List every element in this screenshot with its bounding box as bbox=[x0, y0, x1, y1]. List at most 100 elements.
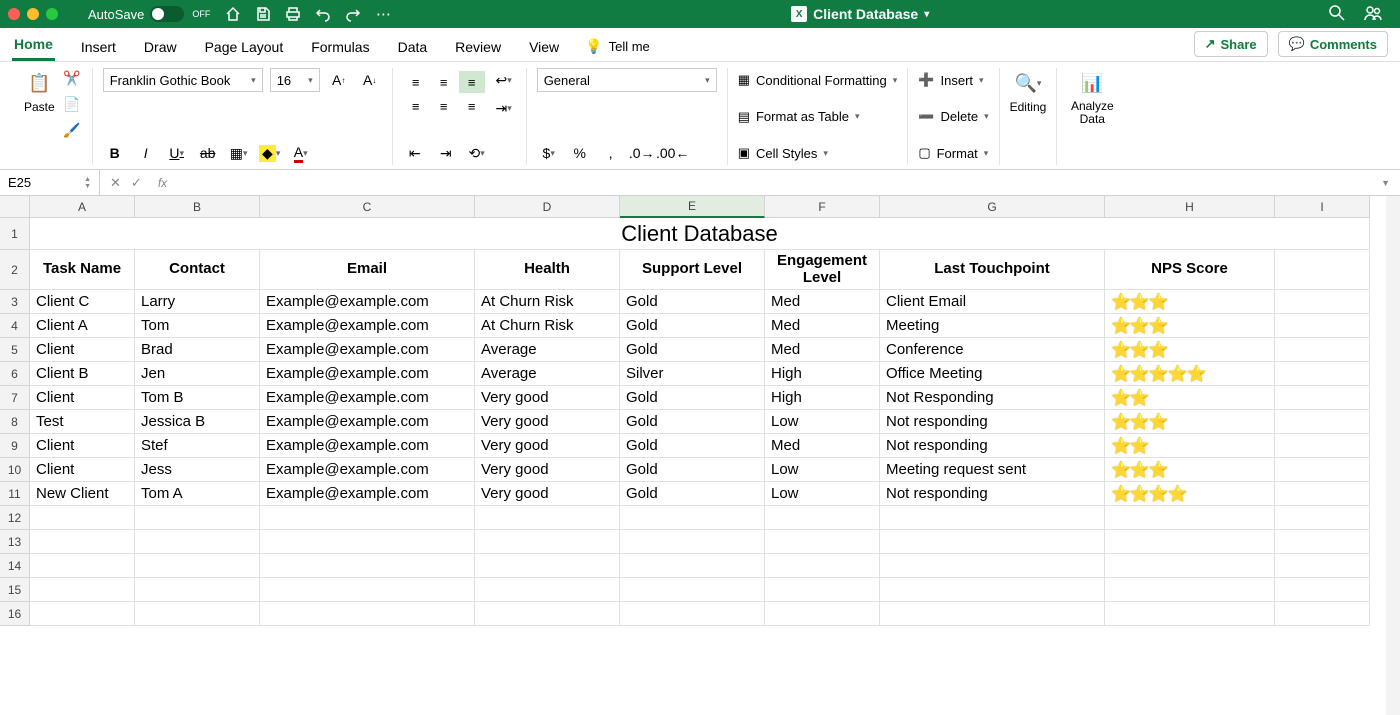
cell[interactable] bbox=[1275, 506, 1370, 530]
cell[interactable] bbox=[1275, 530, 1370, 554]
column-header[interactable]: NPS Score bbox=[1105, 250, 1275, 290]
cell[interactable]: Med bbox=[765, 434, 880, 458]
cell[interactable] bbox=[1275, 482, 1370, 506]
cell[interactable]: Low bbox=[765, 458, 880, 482]
row-header-10[interactable]: 10 bbox=[0, 458, 30, 482]
cell[interactable] bbox=[1275, 458, 1370, 482]
cell[interactable]: Example@example.com bbox=[260, 314, 475, 338]
cell[interactable] bbox=[1275, 410, 1370, 434]
cell-styles[interactable]: ▣Cell Styles▾ bbox=[738, 141, 898, 165]
merge-button[interactable]: ⇥▾ bbox=[492, 96, 516, 120]
cell[interactable] bbox=[135, 554, 260, 578]
cell[interactable] bbox=[135, 602, 260, 626]
font-size-select[interactable]: 16▾ bbox=[270, 68, 320, 92]
row-header-14[interactable]: 14 bbox=[0, 554, 30, 578]
chevron-down-icon[interactable]: ▾ bbox=[924, 9, 929, 20]
nps-stars[interactable]: ⭐⭐⭐⭐ bbox=[1105, 482, 1275, 506]
cell[interactable]: Office Meeting bbox=[880, 362, 1105, 386]
cell[interactable]: Gold bbox=[620, 458, 765, 482]
cell[interactable]: Gold bbox=[620, 314, 765, 338]
worksheet[interactable]: ABCDEFGHI 1Client Database2Task NameCont… bbox=[0, 196, 1400, 715]
cell[interactable]: Meeting bbox=[880, 314, 1105, 338]
cell[interactable] bbox=[1275, 290, 1370, 314]
cell[interactable]: Not Responding bbox=[880, 386, 1105, 410]
cell[interactable] bbox=[1275, 362, 1370, 386]
cell[interactable]: Average bbox=[475, 338, 620, 362]
row-header-15[interactable]: 15 bbox=[0, 578, 30, 602]
cell[interactable]: Jen bbox=[135, 362, 260, 386]
cell[interactable]: Not responding bbox=[880, 434, 1105, 458]
cell[interactable]: Example@example.com bbox=[260, 338, 475, 362]
document-title[interactable]: X Client Database ▾ bbox=[392, 6, 1328, 22]
cell[interactable] bbox=[765, 554, 880, 578]
cell[interactable] bbox=[1105, 578, 1275, 602]
cell[interactable] bbox=[30, 578, 135, 602]
cell[interactable] bbox=[135, 530, 260, 554]
cell[interactable]: New Client bbox=[30, 482, 135, 506]
row-header-12[interactable]: 12 bbox=[0, 506, 30, 530]
orientation-button[interactable]: ⟲▾ bbox=[465, 141, 489, 165]
minimize-window[interactable] bbox=[27, 8, 39, 20]
align-top-right[interactable]: ≡ bbox=[459, 71, 485, 93]
column-header[interactable]: Email bbox=[260, 250, 475, 290]
cell[interactable]: Gold bbox=[620, 386, 765, 410]
cell[interactable] bbox=[1275, 314, 1370, 338]
search-icon[interactable] bbox=[1328, 4, 1346, 25]
cell[interactable] bbox=[1275, 250, 1370, 290]
cell[interactable]: Low bbox=[765, 482, 880, 506]
increase-decimal[interactable]: .0→ bbox=[630, 141, 654, 165]
column-header[interactable]: Last Touchpoint bbox=[880, 250, 1105, 290]
cell[interactable]: Gold bbox=[620, 410, 765, 434]
font-name-select[interactable]: Franklin Gothic Book▾ bbox=[103, 68, 263, 92]
cell[interactable]: Gold bbox=[620, 434, 765, 458]
name-box[interactable]: E25 ▲▼ bbox=[0, 170, 100, 195]
row-header-3[interactable]: 3 bbox=[0, 290, 30, 314]
cell[interactable]: Client Email bbox=[880, 290, 1105, 314]
cell[interactable] bbox=[880, 602, 1105, 626]
cell[interactable] bbox=[1105, 602, 1275, 626]
insert-cells[interactable]: ➕Insert▾ bbox=[918, 68, 988, 92]
row-header-2[interactable]: 2 bbox=[0, 250, 30, 290]
tab-data[interactable]: Data bbox=[396, 31, 430, 61]
cell[interactable]: Gold bbox=[620, 482, 765, 506]
cell[interactable] bbox=[880, 530, 1105, 554]
tell-me[interactable]: 💡 Tell me bbox=[585, 38, 650, 61]
cell[interactable]: Med bbox=[765, 338, 880, 362]
tab-home[interactable]: Home bbox=[12, 28, 55, 61]
cell[interactable]: Meeting request sent bbox=[880, 458, 1105, 482]
cell[interactable]: Average bbox=[475, 362, 620, 386]
indent-decrease[interactable]: ⇤ bbox=[403, 141, 427, 165]
format-painter-icon[interactable]: 🖌️ bbox=[62, 120, 82, 140]
cell[interactable] bbox=[765, 602, 880, 626]
cell[interactable] bbox=[1105, 554, 1275, 578]
cell[interactable] bbox=[1105, 530, 1275, 554]
row-header-9[interactable]: 9 bbox=[0, 434, 30, 458]
conditional-formatting[interactable]: ▦Conditional Formatting▾ bbox=[738, 68, 898, 92]
grow-font-icon[interactable]: A↑ bbox=[327, 68, 351, 92]
home-icon[interactable] bbox=[224, 5, 242, 23]
cell[interactable]: Example@example.com bbox=[260, 434, 475, 458]
cell[interactable]: Client B bbox=[30, 362, 135, 386]
cell[interactable]: Very good bbox=[475, 434, 620, 458]
nps-stars[interactable]: ⭐⭐⭐ bbox=[1105, 458, 1275, 482]
row-header-5[interactable]: 5 bbox=[0, 338, 30, 362]
cell[interactable]: Larry bbox=[135, 290, 260, 314]
cell[interactable] bbox=[260, 530, 475, 554]
nps-stars[interactable]: ⭐⭐⭐ bbox=[1105, 410, 1275, 434]
cell[interactable]: At Churn Risk bbox=[475, 314, 620, 338]
autosave-toggle[interactable]: AutoSave OFF bbox=[88, 6, 210, 22]
cell[interactable]: Client bbox=[30, 386, 135, 410]
row-header-11[interactable]: 11 bbox=[0, 482, 30, 506]
col-header-B[interactable]: B bbox=[135, 196, 260, 218]
analyze-data-button[interactable]: 📊 Analyze Data bbox=[1067, 68, 1117, 126]
cell[interactable]: Very good bbox=[475, 386, 620, 410]
indent-increase[interactable]: ⇥ bbox=[434, 141, 458, 165]
cell[interactable]: Stef bbox=[135, 434, 260, 458]
cell[interactable]: Client bbox=[30, 434, 135, 458]
currency-button[interactable]: $▾ bbox=[537, 141, 561, 165]
align-mid-right[interactable]: ≡ bbox=[459, 95, 485, 117]
cell[interactable]: Example@example.com bbox=[260, 410, 475, 434]
cell[interactable]: Example@example.com bbox=[260, 362, 475, 386]
cell[interactable] bbox=[765, 506, 880, 530]
cell[interactable]: High bbox=[765, 362, 880, 386]
